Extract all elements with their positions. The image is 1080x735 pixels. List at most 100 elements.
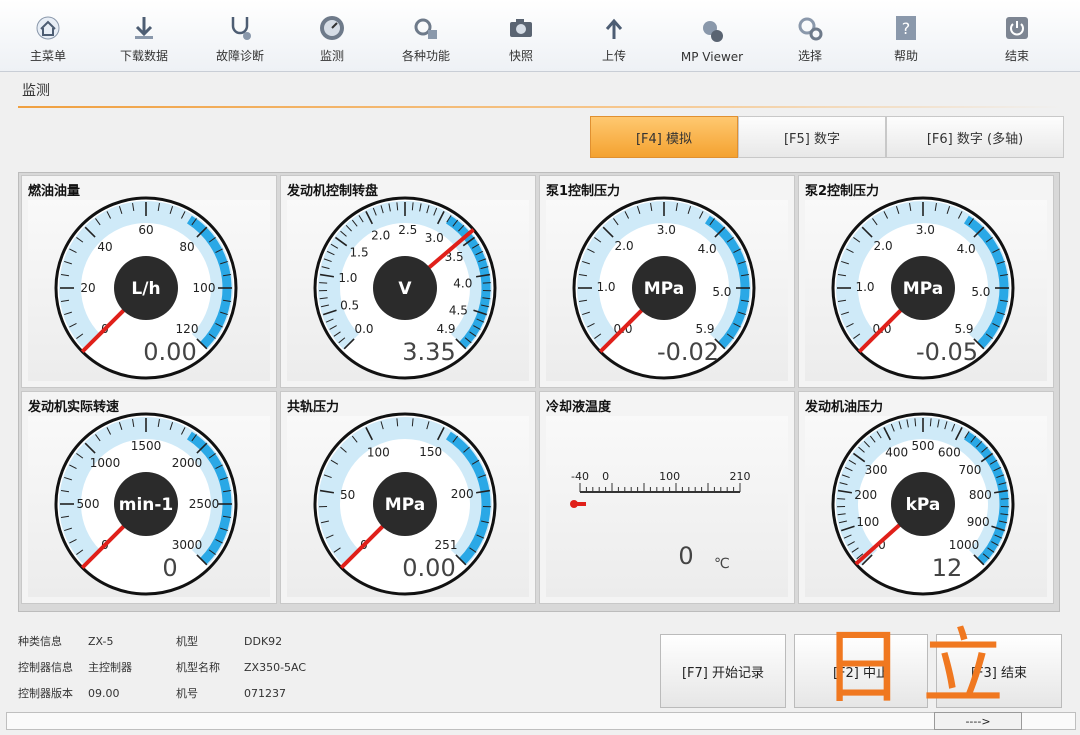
gauge-cell: 泵2控制压力0.01.02.03.04.05.05.9MPa-0.05 xyxy=(798,175,1054,388)
info-panel: 种类信息 ZX-5 机型 DDK92 控制器信息 主控制器 机型名称 ZX350… xyxy=(18,628,306,706)
tick-label: 2000 xyxy=(172,456,203,470)
info-row: 控制器版本 09.00 机号 071237 xyxy=(18,680,306,706)
home-icon xyxy=(36,16,60,40)
toolbar-button[interactable]: 快照 xyxy=(476,0,566,72)
toolbar-button[interactable]: ? 帮助 xyxy=(858,0,954,72)
gauge-cell: 发动机实际转速050010001500200025003000min-10 xyxy=(21,391,277,604)
tools-icon xyxy=(414,18,437,39)
gauge-unit: kPa xyxy=(906,495,941,515)
tick-label: 100 xyxy=(193,281,216,295)
help-icon: ? xyxy=(896,16,916,40)
gauge-svg: -40 0 100 210 0 ℃ xyxy=(570,470,751,572)
toolbar: 主菜单 下载数据 故障诊断 监测 各种功能 快照 上传 MP Viewer 选择? 帮助 结束 xyxy=(0,0,1080,72)
tick-label: 300 xyxy=(865,463,888,477)
gauge-svg: 0.01.02.03.04.05.05.9MPa-0.05 xyxy=(831,196,1015,380)
tick-label: 5.9 xyxy=(695,322,714,336)
toolbar-button[interactable]: MP Viewer xyxy=(662,0,762,72)
gauge-value: 3.35 xyxy=(402,338,455,366)
gauge-unit: L/h xyxy=(131,279,160,299)
gauge-panel: 燃油油量020406080100120L/h0.00发动机控制转盘0.00.51… xyxy=(18,172,1060,612)
download-icon xyxy=(135,17,153,39)
tick-label: 0 xyxy=(602,470,609,483)
gauge-tick xyxy=(837,498,846,500)
info-value: 09.00 xyxy=(88,686,120,700)
gauge-value: 0 xyxy=(162,554,177,582)
gauge-svg: 0.00.51.01.52.0 2.53.03.54.04.54.9V3.35 xyxy=(313,196,497,380)
toolbar-label: 各种功能 xyxy=(401,49,450,63)
gauge-cell: 冷却液温度 -40 0 100 210 0 ℃ xyxy=(539,391,795,604)
toolbar-button[interactable]: 主菜单 xyxy=(0,0,96,72)
gauge-value: 0 xyxy=(678,542,693,570)
tick-label: 800 xyxy=(969,488,992,502)
mode-tabs: [F4] 模拟 [F5] 数字 [F6] 数字 (多轴) xyxy=(590,116,1064,158)
tab-analog[interactable]: [F4] 模拟 xyxy=(590,116,738,158)
stethoscope-icon xyxy=(231,17,251,40)
viewer-icon xyxy=(703,21,723,42)
toolbar-label: 上传 xyxy=(601,49,626,63)
tick-label: 1000 xyxy=(949,538,980,552)
tick-label: 100 xyxy=(856,515,879,529)
svg-text:?: ? xyxy=(902,19,911,38)
info-row: 控制器信息 主控制器 机型名称 ZX350-5AC xyxy=(18,654,306,680)
tick-label: 1.0 xyxy=(596,280,615,294)
tick-label: 3.0 xyxy=(657,223,676,237)
info-value: ZX-5 xyxy=(88,634,114,648)
toolbar-label: 主菜单 xyxy=(29,49,66,63)
gauge-svg: 0.01.02.03.04.05.05.9MPa-0.02 xyxy=(572,196,756,380)
toolbar-label: 故障诊断 xyxy=(215,49,264,63)
tick-label: 500 xyxy=(912,439,935,453)
tick-label: 3.0 xyxy=(916,223,935,237)
gauge-cell: 发动机油压力 0 100 200 300 400 500 600 700 800 900 1000 kP… xyxy=(798,391,1054,604)
status-bar xyxy=(6,712,1076,730)
tick-label: 80 xyxy=(179,240,194,254)
tick-label: 200 xyxy=(854,488,877,502)
tick-label: 2500 xyxy=(189,497,220,511)
tick-label: 5.0 xyxy=(971,285,990,299)
toolbar-button[interactable]: 结束 xyxy=(954,0,1080,72)
tick-label: 5.0 xyxy=(712,285,731,299)
tick-label: 2.5 xyxy=(398,223,417,237)
brand-logo: 日立 xyxy=(822,620,1023,715)
tick-label: 400 xyxy=(885,445,908,459)
gauge-cell: 燃油油量020406080100120L/h0.00 xyxy=(21,175,277,388)
tick-label: 100 xyxy=(367,446,390,460)
gauge-value: 12 xyxy=(932,554,963,582)
toolbar-button[interactable]: 各种功能 xyxy=(376,0,476,72)
tick-label: 2.0 xyxy=(371,228,390,242)
toolbar-label: 结束 xyxy=(1004,49,1029,63)
toolbar-button[interactable]: 故障诊断 xyxy=(192,0,288,72)
gauge-unit: V xyxy=(398,279,412,299)
page-title: 监测 xyxy=(22,83,50,99)
monitor-icon xyxy=(320,16,344,40)
info-label: 机型 xyxy=(176,635,198,648)
tab-digital[interactable]: [F5] 数字 xyxy=(738,116,886,158)
toolbar-button[interactable]: 上传 xyxy=(566,0,662,72)
tick-label: 150 xyxy=(419,445,442,459)
tick-label: 50 xyxy=(340,488,355,502)
gauge-svg: 050100150200251MPa0.00 xyxy=(313,412,497,596)
start-record-button[interactable]: [F7] 开始记录 xyxy=(660,634,786,708)
gauge-unit: min-1 xyxy=(119,495,174,515)
toolbar-label: MP Viewer xyxy=(680,50,744,64)
toolbar-button[interactable]: 选择 xyxy=(762,0,858,72)
title-divider xyxy=(18,106,1062,108)
tick-label: 40 xyxy=(97,240,112,254)
gauge-unit: MPa xyxy=(385,495,425,515)
tick-label: 20 xyxy=(80,281,95,295)
tick-label: 3.0 xyxy=(425,231,444,245)
toolbar-button[interactable]: 监测 xyxy=(288,0,376,72)
gauge-cell: 发动机控制转盘 0.0 0.5 1.0 1.5 2.0 2.5 3.0 3.5 4.0 4.5 4.9… xyxy=(280,175,536,388)
tick-label: 4.0 xyxy=(957,242,976,256)
tick-label: 1000 xyxy=(90,456,121,470)
scroll-arrow[interactable]: ----> xyxy=(934,712,1022,730)
info-value: ZX350-5AC xyxy=(244,660,307,674)
tick-label: 1500 xyxy=(131,439,162,453)
toolbar-label: 监测 xyxy=(319,49,344,63)
power-icon xyxy=(1006,17,1028,39)
gauge-cell: 共轨压力050100150200251MPa0.00 xyxy=(280,391,536,604)
tab-digital-multi[interactable]: [F6] 数字 (多轴) xyxy=(886,116,1064,158)
toolbar-button[interactable]: 下载数据 xyxy=(96,0,192,72)
gauge-svg: 020406080100120L/h0.00 xyxy=(54,196,238,380)
tick-label: 210 xyxy=(730,470,751,483)
tick-label: 2.0 xyxy=(615,239,634,253)
